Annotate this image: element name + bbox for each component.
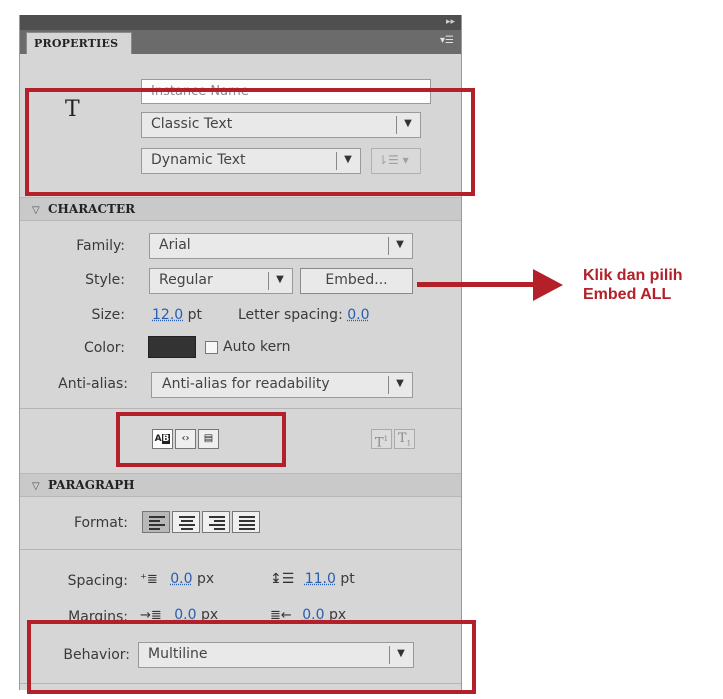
tab-properties[interactable]: PROPERTIES [26, 32, 132, 54]
annotation-text: Klik dan pilih Embed ALL [583, 266, 683, 304]
collapse-icon[interactable]: ▸▸ [441, 17, 455, 27]
family-label: Family: [76, 238, 125, 254]
size-control: 12.0 pt [152, 307, 202, 323]
embed-button[interactable]: Embed... [300, 268, 413, 294]
divider [20, 549, 461, 550]
embed-button-label: Embed... [325, 272, 388, 288]
size-label: Size: [91, 307, 125, 323]
panel-tab-row: PROPERTIES ▾☰ [20, 30, 461, 54]
annotation-line-1: Klik dan pilih [583, 267, 683, 284]
highlight-box-text-type [25, 88, 475, 196]
annotation-line-2: Embed ALL [583, 286, 672, 303]
auto-kern-label: Auto kern [223, 339, 291, 355]
indent-value[interactable]: 0.0 [170, 571, 192, 587]
panel-menu-icon[interactable]: ▾☰ [440, 35, 454, 47]
align-right-icon[interactable] [202, 511, 230, 533]
justify-icon[interactable] [232, 511, 260, 533]
paragraph-section-header[interactable]: ▽ PARAGRAPH [20, 473, 461, 497]
style-select[interactable]: Regular ▼ [149, 268, 293, 294]
anti-alias-label: Anti-alias: [58, 376, 128, 392]
align-center-icon[interactable] [172, 511, 200, 533]
arrow-right-icon [417, 282, 535, 287]
align-left-icon[interactable] [142, 511, 170, 533]
panel-title-bar: ▸▸ [20, 15, 461, 30]
indent-icon: ⁺≣ [140, 572, 158, 587]
format-label: Format: [73, 515, 128, 531]
size-unit: pt [187, 307, 203, 323]
line-spacing-control: ↨☰ 11.0 pt [270, 571, 355, 587]
superscript-icon[interactable]: T1 [371, 429, 392, 450]
line-spacing-value[interactable]: 11.0 [305, 571, 336, 587]
line-spacing-icon: ↨☰ [270, 571, 295, 587]
indent-control: ⁺≣ 0.0 px [140, 571, 214, 587]
color-label: Color: [83, 340, 125, 356]
auto-kern-checkbox[interactable] [205, 341, 218, 354]
letter-spacing-control: Letter spacing: 0.0 [238, 307, 370, 323]
highlight-box-behavior [27, 620, 476, 694]
family-value: Arial [159, 237, 191, 253]
chevron-down-icon[interactable]: ▼ [271, 269, 289, 293]
chevron-down-icon[interactable]: ▼ [391, 234, 409, 258]
color-swatch[interactable] [148, 336, 196, 358]
letter-spacing-label: Letter spacing: [238, 307, 343, 323]
screenshot: ▸▸ PROPERTIES ▾☰ T Instance Name Classic… [0, 0, 723, 699]
highlight-box-text-options [116, 412, 286, 467]
family-select[interactable]: Arial ▼ [149, 233, 413, 259]
indent-unit: px [196, 571, 215, 587]
style-label: Style: [85, 272, 125, 288]
anti-alias-value: Anti-alias for readability [162, 376, 330, 392]
character-header-label: CHARACTER [48, 202, 136, 216]
triangle-down-icon: ▽ [32, 205, 40, 216]
chevron-down-icon[interactable]: ▼ [391, 373, 409, 397]
spacing-label: Spacing: [67, 573, 128, 589]
divider [20, 408, 461, 409]
paragraph-header-label: PARAGRAPH [48, 478, 135, 492]
character-section-header[interactable]: ▽ CHARACTER [20, 197, 461, 221]
anti-alias-select[interactable]: Anti-alias for readability ▼ [151, 372, 413, 398]
size-value[interactable]: 12.0 [152, 307, 183, 323]
style-value: Regular [159, 272, 213, 288]
subscript-icon[interactable]: T1 [394, 429, 415, 449]
line-spacing-unit: pt [340, 571, 355, 587]
triangle-down-icon: ▽ [32, 481, 40, 492]
letter-spacing-value[interactable]: 0.0 [347, 307, 369, 323]
arrow-right-head [533, 269, 563, 301]
